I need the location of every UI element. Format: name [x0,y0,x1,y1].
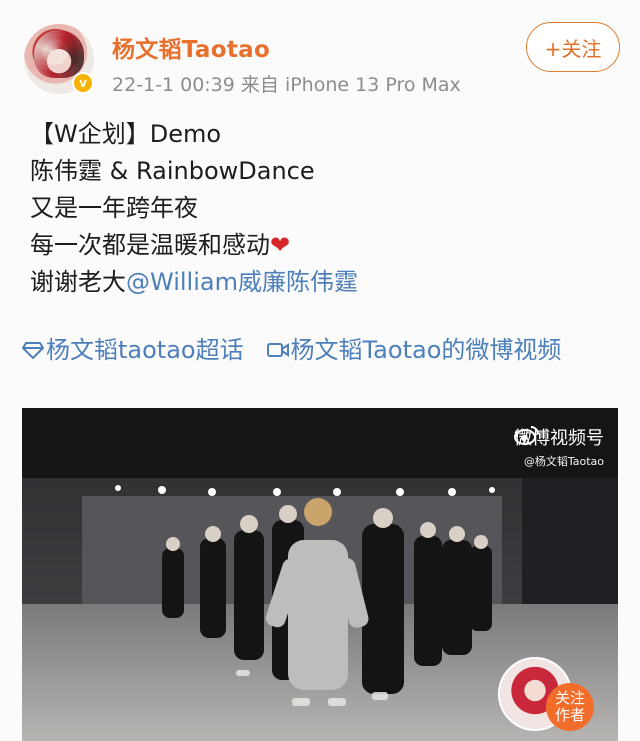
content-line: 又是一年跨年夜 [30,194,198,222]
mention-link[interactable]: @William威廉陈伟霆 [126,268,358,296]
supertopic-label: 杨文韬taotao超话 [46,336,244,364]
weibo-logo-icon [514,426,539,445]
weibo-video-watermark: 微博视频号 @杨文韬Taotao [514,424,604,469]
verified-badge-icon: v [72,72,94,94]
follow-button[interactable]: +关注 [526,22,620,72]
post-content: 【W企划】Demo 陈伟霆 & RainbowDance 又是一年跨年夜 每一次… [30,116,358,301]
follow-author-label: 关注作者 [546,683,594,731]
video-player[interactable]: 微博视频号 @杨文韬Taotao 关注作者 [22,408,618,741]
content-line: 【W企划】Demo [30,120,222,148]
content-line: 陈伟霆 & RainbowDance [30,157,315,185]
watermark-handle: @杨文韬Taotao [523,455,604,468]
diamond-icon [22,342,44,359]
supertopic-link[interactable]: 杨文韬taotao超话 [22,336,244,364]
content-line: 每一次都是温暖和感动❤ [30,227,358,264]
video-camera-icon [266,343,289,357]
username[interactable]: 杨文韬Taotao [112,30,270,64]
weibo-post: v 杨文韬Taotao 22-1-1 00:39 来自 iPhone 13 Pr… [0,0,640,741]
content-line: 谢谢老大@William威廉陈伟霆 [30,264,358,301]
topic-links: 杨文韬taotao超话 杨文韬Taotao的微博视频 [22,332,622,369]
heart-icon: ❤ [270,231,291,259]
weibo-video-link[interactable]: 杨文韬Taotao的微博视频 [266,336,562,364]
weibo-video-label: 杨文韬Taotao的微博视频 [290,336,562,364]
thanks-text: 谢谢老大 [30,268,126,296]
post-meta: 22-1-1 00:39 来自 iPhone 13 Pro Max [112,74,461,96]
follow-author-button[interactable]: 关注作者 [498,657,594,731]
content-line-text: 每一次都是温暖和感动 [30,231,270,259]
